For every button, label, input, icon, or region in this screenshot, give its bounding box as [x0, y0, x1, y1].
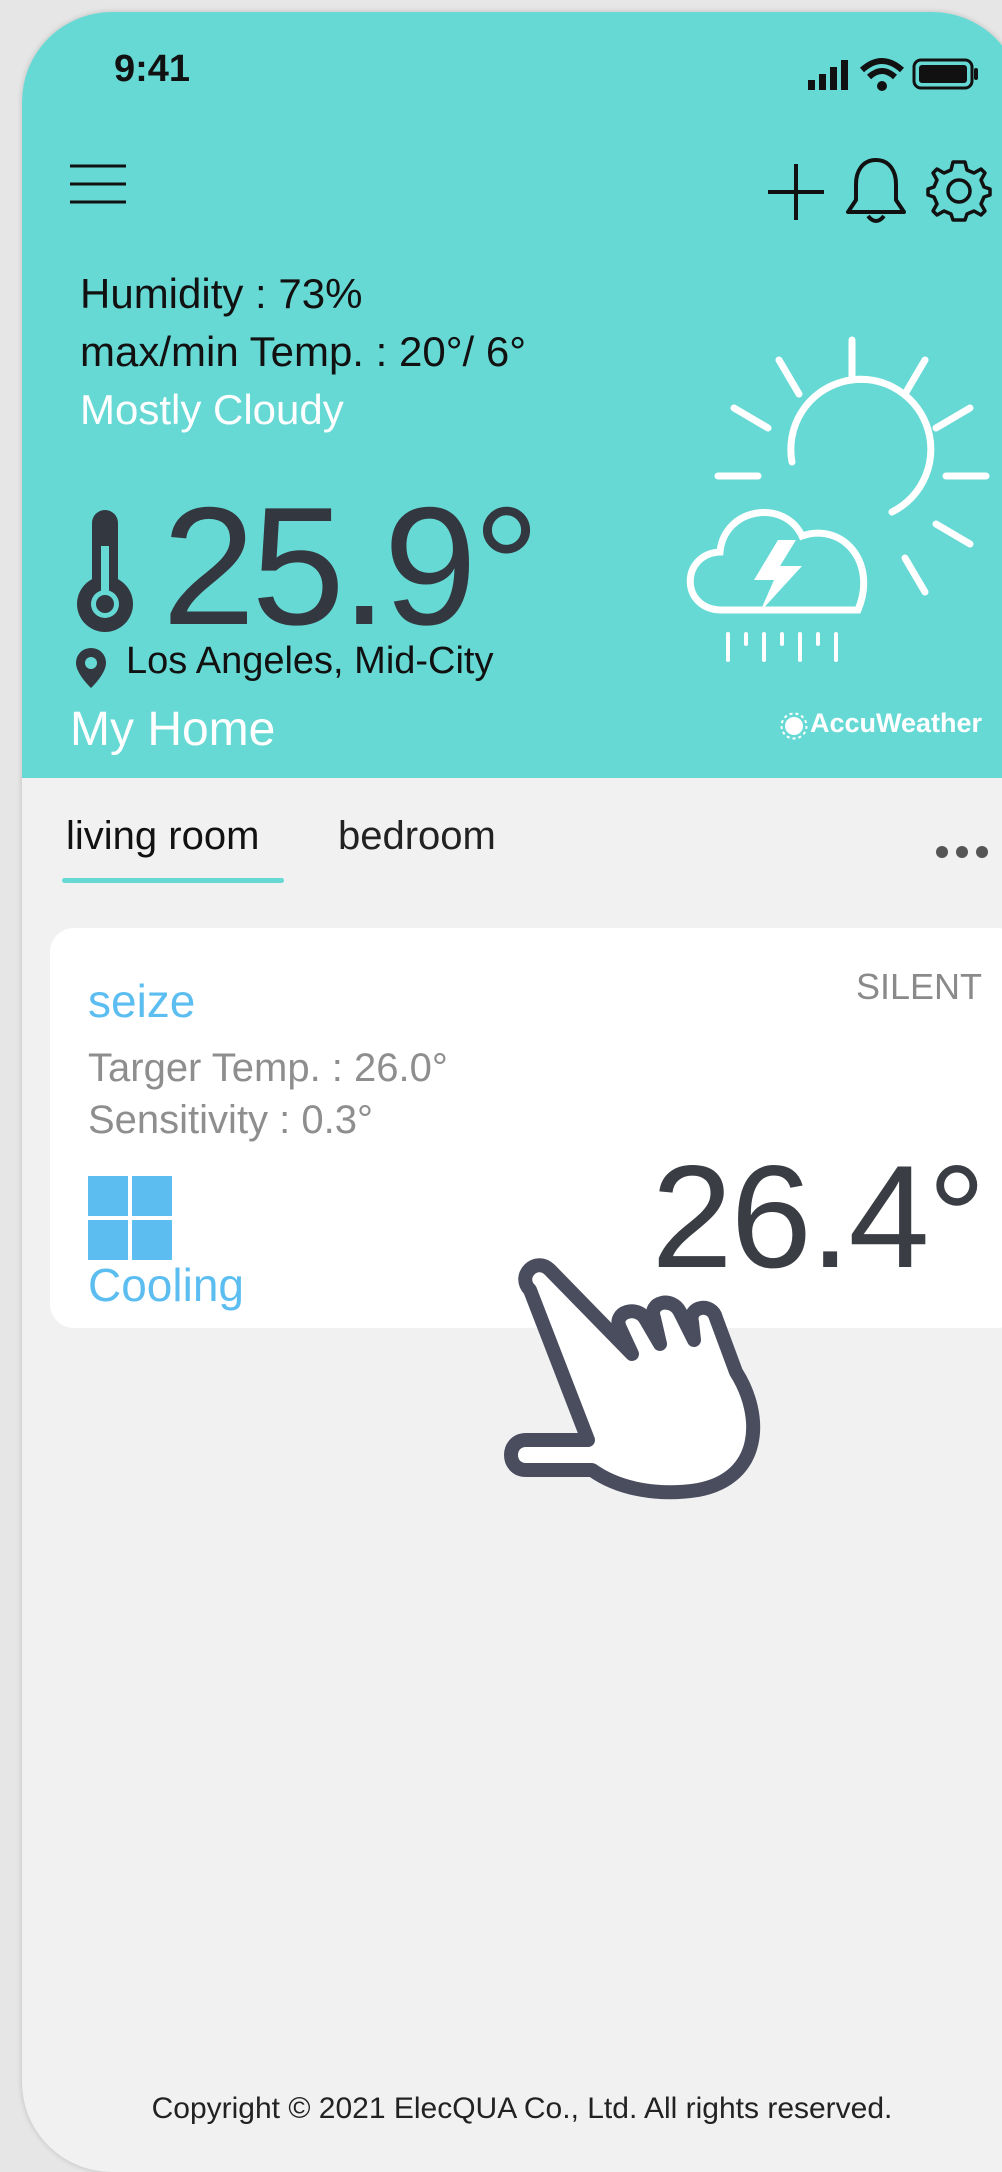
tab-bedroom[interactable]: bedroom [338, 814, 496, 859]
thermometer-icon [74, 506, 136, 641]
status-icons [802, 54, 1002, 99]
sun-storm-cloud-icon [662, 322, 1002, 687]
max-min-temp-text: max/min Temp. : 20°/ 6° [80, 328, 526, 375]
tab-living-room[interactable]: living room [66, 814, 259, 859]
target-temp-text: Targer Temp. : 26.0° [88, 1046, 448, 1090]
weather-header: 9:41 Humidity: 73% max/min Temp.: 20°/… [22, 12, 1002, 778]
humidity-text: Humidity : 73% [80, 270, 363, 317]
accuweather-logo-icon [780, 712, 808, 745]
sensitivity-text: Sensitivity : 0.3° [88, 1098, 373, 1142]
signal-wifi-battery-icons [808, 58, 978, 91]
tap-gesture-hand-icon [500, 1244, 860, 1509]
window-grid-icon [88, 1176, 172, 1265]
copyright-footer: Copyright © 2021 ElecQUA Co., Ltd. All r… [151, 2092, 893, 2125]
bell-icon[interactable] [844, 156, 908, 233]
home-name[interactable]: My Home [70, 702, 275, 757]
menu-icon[interactable] [68, 160, 128, 213]
more-options-icon[interactable] [934, 842, 990, 867]
device-mode: SILENT [855, 966, 982, 1007]
location-pin-icon [74, 646, 108, 695]
status-time: 9:41 [114, 48, 191, 90]
weather-provider: AccuWeather [810, 708, 983, 738]
location-text: Los Angeles, Mid-City [126, 640, 494, 682]
app-screen: 9:41 Humidity: 73% max/min Temp.: 20°/… [22, 12, 1002, 2172]
current-temperature: 25.9° [162, 472, 540, 660]
active-tab-indicator [62, 878, 284, 883]
room-tabs: living room bedroom [22, 778, 1002, 888]
weather-condition: Mostly Cloudy [80, 386, 344, 433]
device-status: Cooling [88, 1259, 244, 1311]
add-icon[interactable] [766, 162, 826, 227]
settings-icon[interactable] [926, 158, 992, 229]
device-name: seize [88, 975, 196, 1027]
